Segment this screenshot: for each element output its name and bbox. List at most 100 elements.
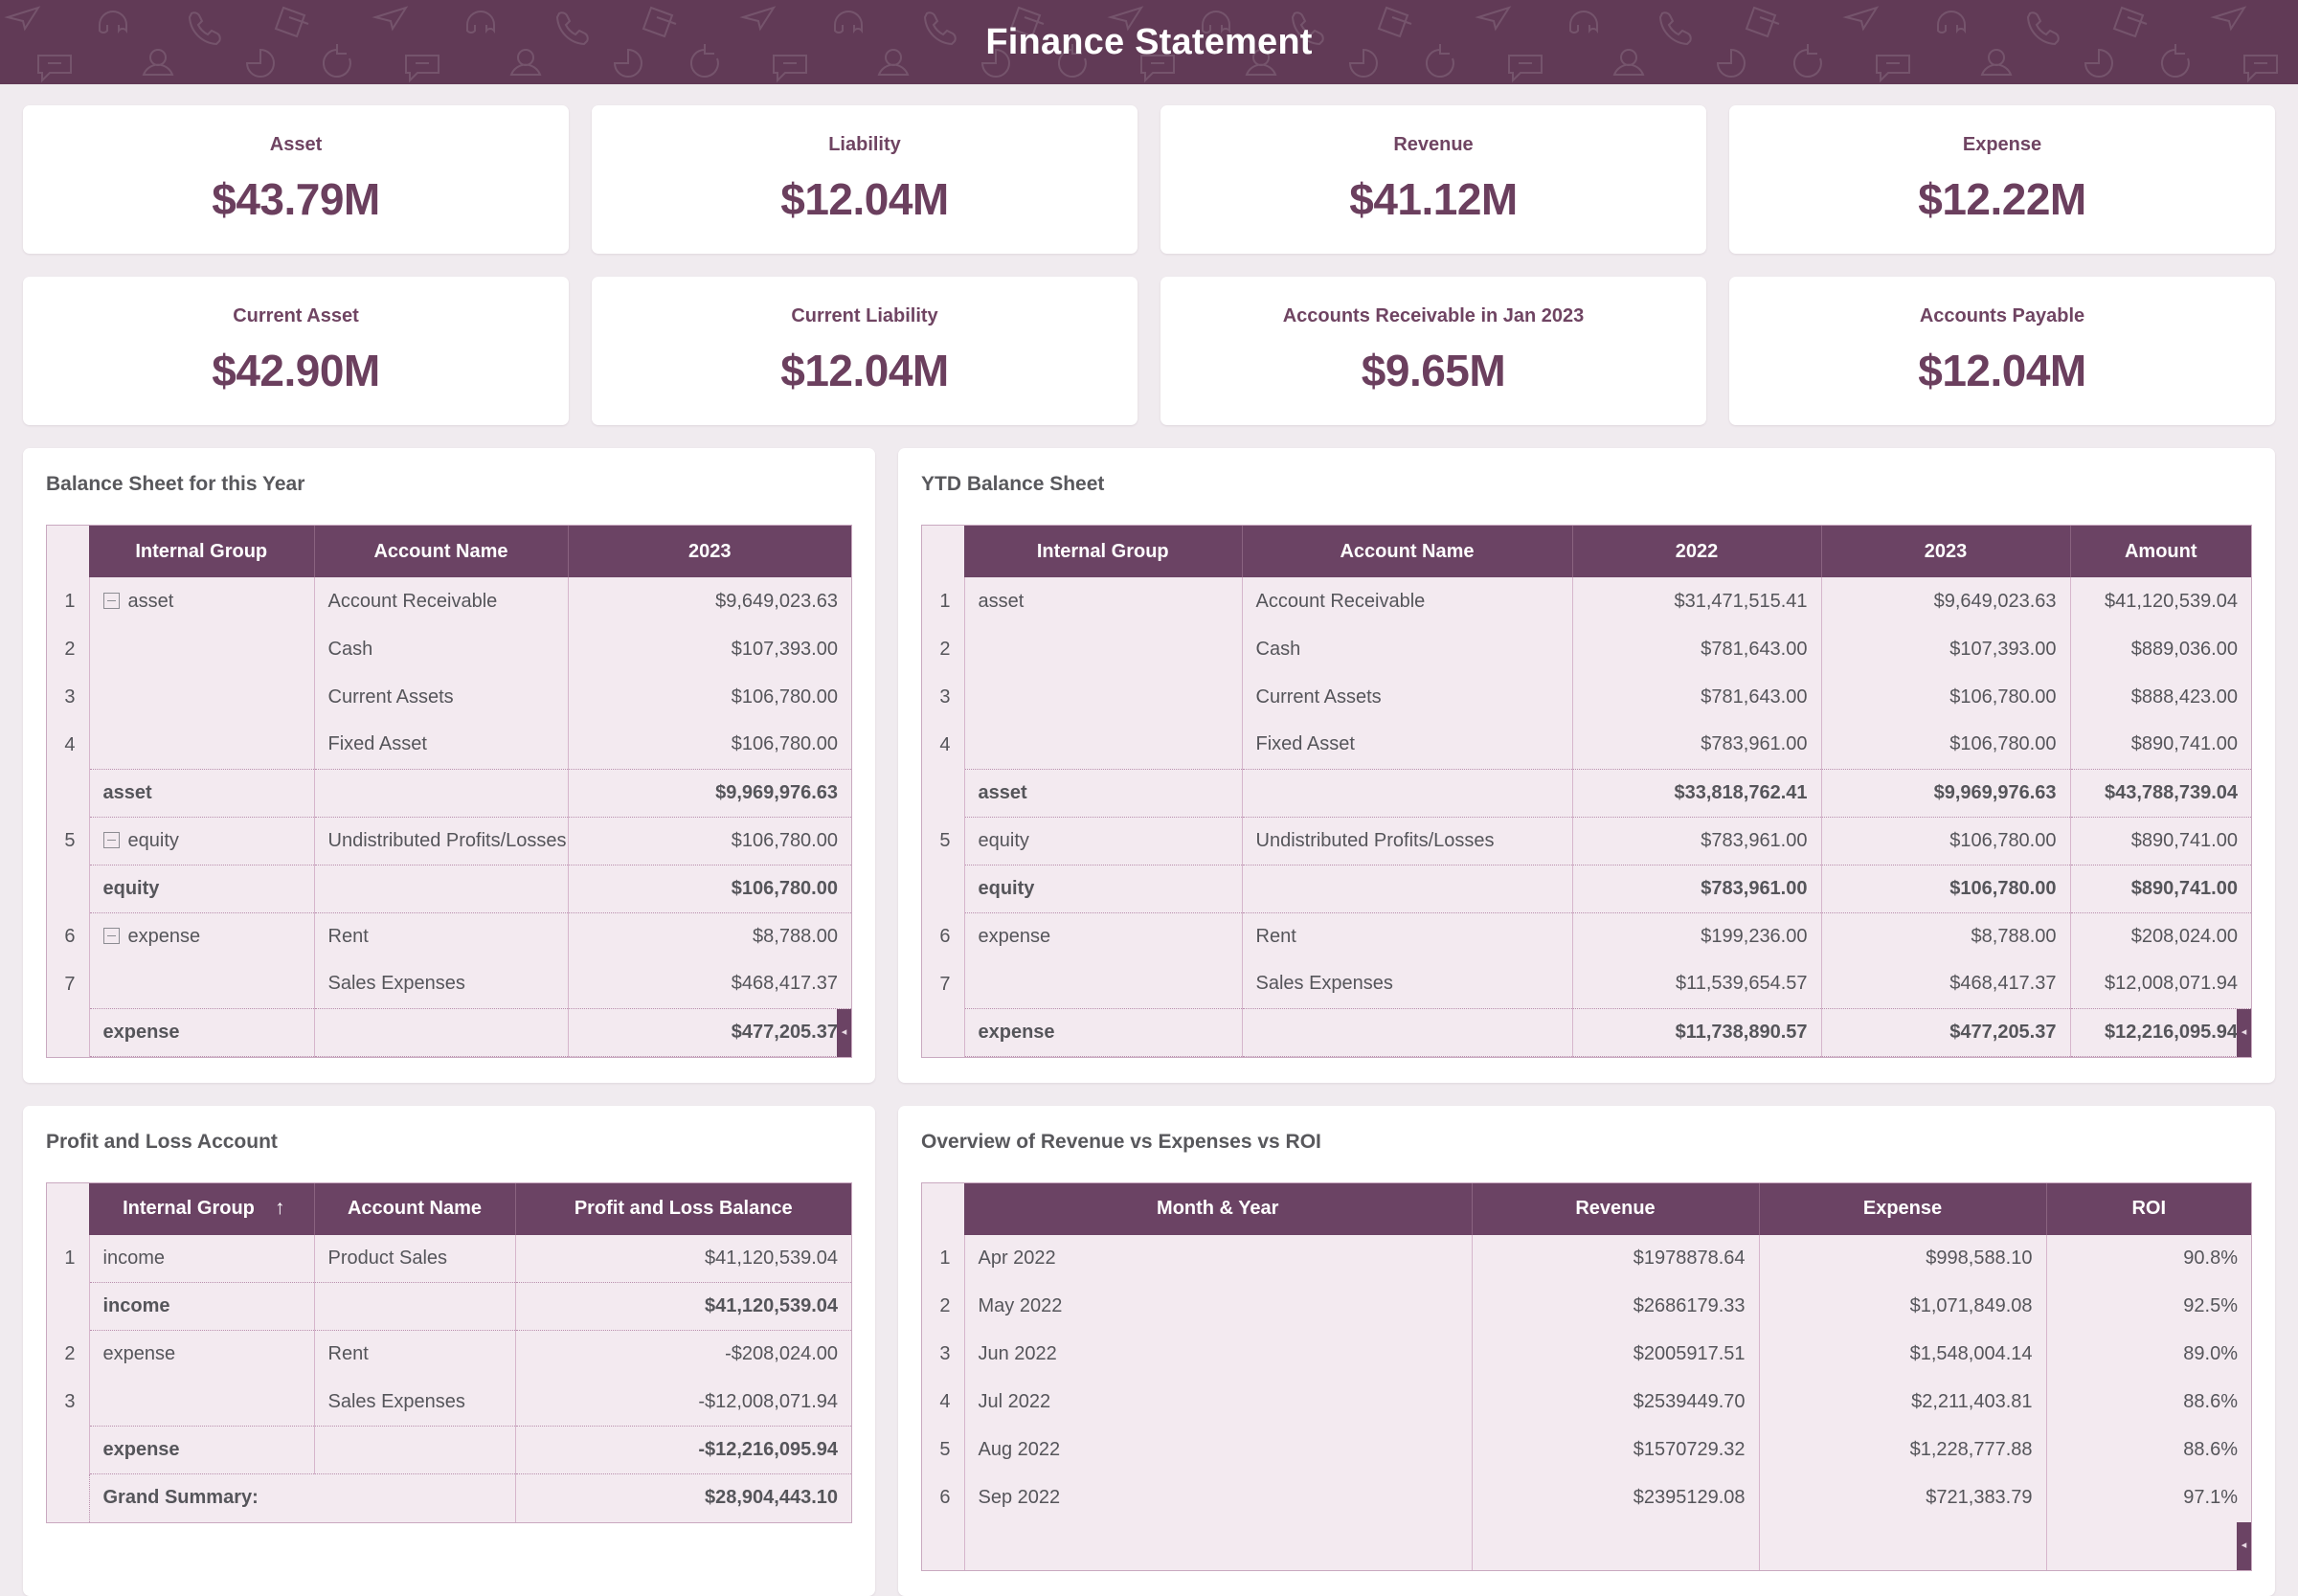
collapse-toggle-icon[interactable] [102,831,120,848]
profit-and-loss-table: Internal Group ↑ Account Name Profit and… [47,1182,851,1522]
table-row[interactable]: 5 equity Undistributed Profits/Losses $106,… [47,817,851,865]
cell-account-name: Fixed Asset [1242,721,1573,769]
kpi-card-accounts-payable[interactable]: Accounts Payable $12.04M [1729,277,2275,425]
kpi-card-expense[interactable]: Expense $12.22M [1729,105,2275,254]
ytd-balance-sheet-body: 1 asset Account Receivable $31,471,515.41 $9… [922,577,2251,1057]
cell-2023: $468,417.37 [1821,960,2071,1008]
cell-internal-group: expense [89,1007,315,1057]
table-row[interactable]: 3 Sales Expenses -$12,008,071.94 [47,1378,851,1427]
ytd-balance-sheet-grid[interactable]: Internal Group Account Name 2022 2023 Am… [921,525,2252,1058]
table-subtotal-row[interactable]: expense $11,738,890.57 $477,205.37 $12,216,… [922,1007,2251,1057]
profit-and-loss-grid[interactable]: Internal Group ↑ Account Name Profit and… [46,1181,852,1523]
table-row[interactable]: 3 Current Assets $106,780.00 [47,673,851,721]
table-row[interactable]: 4 Fixed Asset $106,780.00 [47,721,851,769]
cell-amount: $43,788,739.04 [2070,768,2251,818]
balance-sheet-body: 1 asset Account Receivable $9,649,023.63 2 Ca… [47,577,851,1057]
balance-sheet-grid[interactable]: Internal Group Account Name 2023 1 asset A… [46,525,852,1058]
col-internal-group-label: Internal Group [123,1198,255,1219]
cell-account-name [314,1426,516,1474]
row-number: 5 [922,817,965,865]
panel-profit-and-loss: Profit and Loss Account Internal Group ↑… [23,1105,875,1596]
cell-2023: $477,205.37 [1821,1007,2071,1057]
row-number [47,1282,90,1331]
table-row[interactable]: 1 Apr 2022 $1978878.64 $998,588.10 90.8% [922,1234,2251,1283]
revenue-overview-grid[interactable]: Month & Year Revenue Expense ROI 1 Apr 20… [921,1181,2252,1571]
vertical-scrollbar-thumb[interactable]: ◂ [837,1008,851,1057]
row-number: 3 [47,1378,90,1427]
col-account-name[interactable]: Account Name [314,1182,516,1235]
collapse-toggle-icon[interactable] [102,927,120,944]
table-row[interactable]: 6 expense Rent $8,788.00 [47,912,851,960]
table-row[interactable]: 6 expense Rent $199,236.00 $8,788.00 $208,024… [922,912,2251,960]
table-subtotal-row[interactable]: expense -$12,216,095.94 [47,1426,851,1474]
col-internal-group[interactable]: Internal Group ↑ [89,1182,315,1235]
cell-internal-group [89,1378,315,1427]
col-2023[interactable]: 2023 [568,526,851,577]
table-row[interactable]: 5 equity Undistributed Profits/Losses $783,… [922,817,2251,865]
kpi-title: Expense [1962,134,2042,155]
cell-internal-group: expense [89,912,315,960]
kpi-card-current-asset[interactable]: Current Asset $42.90M [23,277,569,425]
vertical-scrollbar-thumb[interactable]: ◂ [2237,1008,2251,1057]
cell-expense: $2,211,403.81 [1759,1378,2047,1427]
vertical-scrollbar-thumb[interactable]: ◂ [2237,1521,2251,1570]
col-internal-group[interactable]: Internal Group [89,526,315,577]
table-row[interactable]: 1 asset Account Receivable $9,649,023.63 [47,577,851,625]
table-row[interactable]: 3 Jun 2022 $2005917.51 $1,548,004.14 89.0% [922,1330,2251,1379]
cell-2023: $8,788.00 [1821,912,2071,960]
collapse-toggle-icon[interactable] [102,592,120,609]
table-row[interactable]: 4 Fixed Asset $783,961.00 $106,780.00 $890,7… [922,721,2251,769]
cell-month-year: Apr 2022 [964,1234,1473,1283]
kpi-card-liability[interactable]: Liability $12.04M [592,105,1138,254]
table-row[interactable]: 2 Cash $107,393.00 [47,625,851,673]
table-subtotal-row[interactable]: expense $477,205.37 [47,1007,851,1057]
col-revenue[interactable]: Revenue [1472,1182,1760,1235]
kpi-card-accounts-receivable[interactable]: Accounts Receivable in Jan 2023 $9.65M [1160,277,1706,425]
table-header-row: Month & Year Revenue Expense ROI [922,1182,2251,1235]
table-subtotal-row[interactable]: asset $33,818,762.41 $9,969,976.63 $43,788,… [922,768,2251,818]
col-amount[interactable]: Amount [2070,526,2251,577]
cell-account-name: Undistributed Profits/Losses [1242,817,1573,865]
cell-account-name: Account Receivable [314,577,569,625]
table-subtotal-row[interactable]: equity $106,780.00 [47,864,851,913]
cell-2023: $468,417.37 [568,960,851,1008]
cell-2023: $107,393.00 [1821,625,2071,673]
col-roi[interactable]: ROI [2046,1182,2251,1235]
col-2023[interactable]: 2023 [1821,526,2071,577]
table-row-empty[interactable] [922,1521,2251,1570]
kpi-card-revenue[interactable]: Revenue $41.12M [1160,105,1706,254]
row-number: 6 [922,912,965,960]
table-row[interactable]: 2 expense Rent -$208,024.00 [47,1330,851,1379]
table-row[interactable]: 3 Current Assets $781,643.00 $106,780.00 $88… [922,673,2251,721]
col-expense[interactable]: Expense [1759,1182,2047,1235]
kpi-card-current-liability[interactable]: Current Liability $12.04M [592,277,1138,425]
table-subtotal-row[interactable]: income $41,120,539.04 [47,1282,851,1331]
col-internal-group[interactable]: Internal Group [964,526,1243,577]
table-row[interactable]: 7 Sales Expenses $468,417.37 [47,960,851,1008]
table-row[interactable]: 5 Aug 2022 $1570729.32 $1,228,777.88 88.6% [922,1426,2251,1474]
table-row[interactable]: 6 Sep 2022 $2395129.08 $721,383.79 97.1% [922,1473,2251,1522]
cell-empty [964,1521,1473,1570]
col-month-year[interactable]: Month & Year [964,1182,1473,1235]
table-row[interactable]: 4 Jul 2022 $2539449.70 $2,211,403.81 88.6% [922,1378,2251,1427]
table-row[interactable]: 2 May 2022 $2686179.33 $1,071,849.08 92.5% [922,1282,2251,1331]
table-row[interactable]: 1 asset Account Receivable $31,471,515.41 $9… [922,577,2251,625]
table-row[interactable]: 7 Sales Expenses $11,539,654.57 $468,417.37… [922,960,2251,1008]
col-account-name[interactable]: Account Name [1242,526,1573,577]
table-row[interactable]: 1 income Product Sales $41,120,539.04 [47,1234,851,1283]
kpi-value: $12.04M [780,174,949,224]
col-pnl-balance[interactable]: Profit and Loss Balance [515,1182,851,1235]
table-row[interactable]: 2 Cash $781,643.00 $107,393.00 $889,036.00 [922,625,2251,673]
cell-2023: $9,969,976.63 [568,768,851,818]
cell-internal-group [89,673,315,721]
table-subtotal-row[interactable]: equity $783,961.00 $106,780.00 $890,741.00 [922,864,2251,913]
cell-2023: $106,780.00 [568,817,851,865]
kpi-value: $12.22M [1918,174,2086,224]
sort-ascending-icon[interactable]: ↑ [275,1198,285,1218]
kpi-card-asset[interactable]: Asset $43.79M [23,105,569,254]
page-title: Finance Statement [985,21,1313,62]
col-2022[interactable]: 2022 [1572,526,1822,577]
col-account-name[interactable]: Account Name [314,526,569,577]
grand-summary-value: $28,904,443.10 [515,1473,851,1522]
table-subtotal-row[interactable]: asset $9,969,976.63 [47,768,851,818]
